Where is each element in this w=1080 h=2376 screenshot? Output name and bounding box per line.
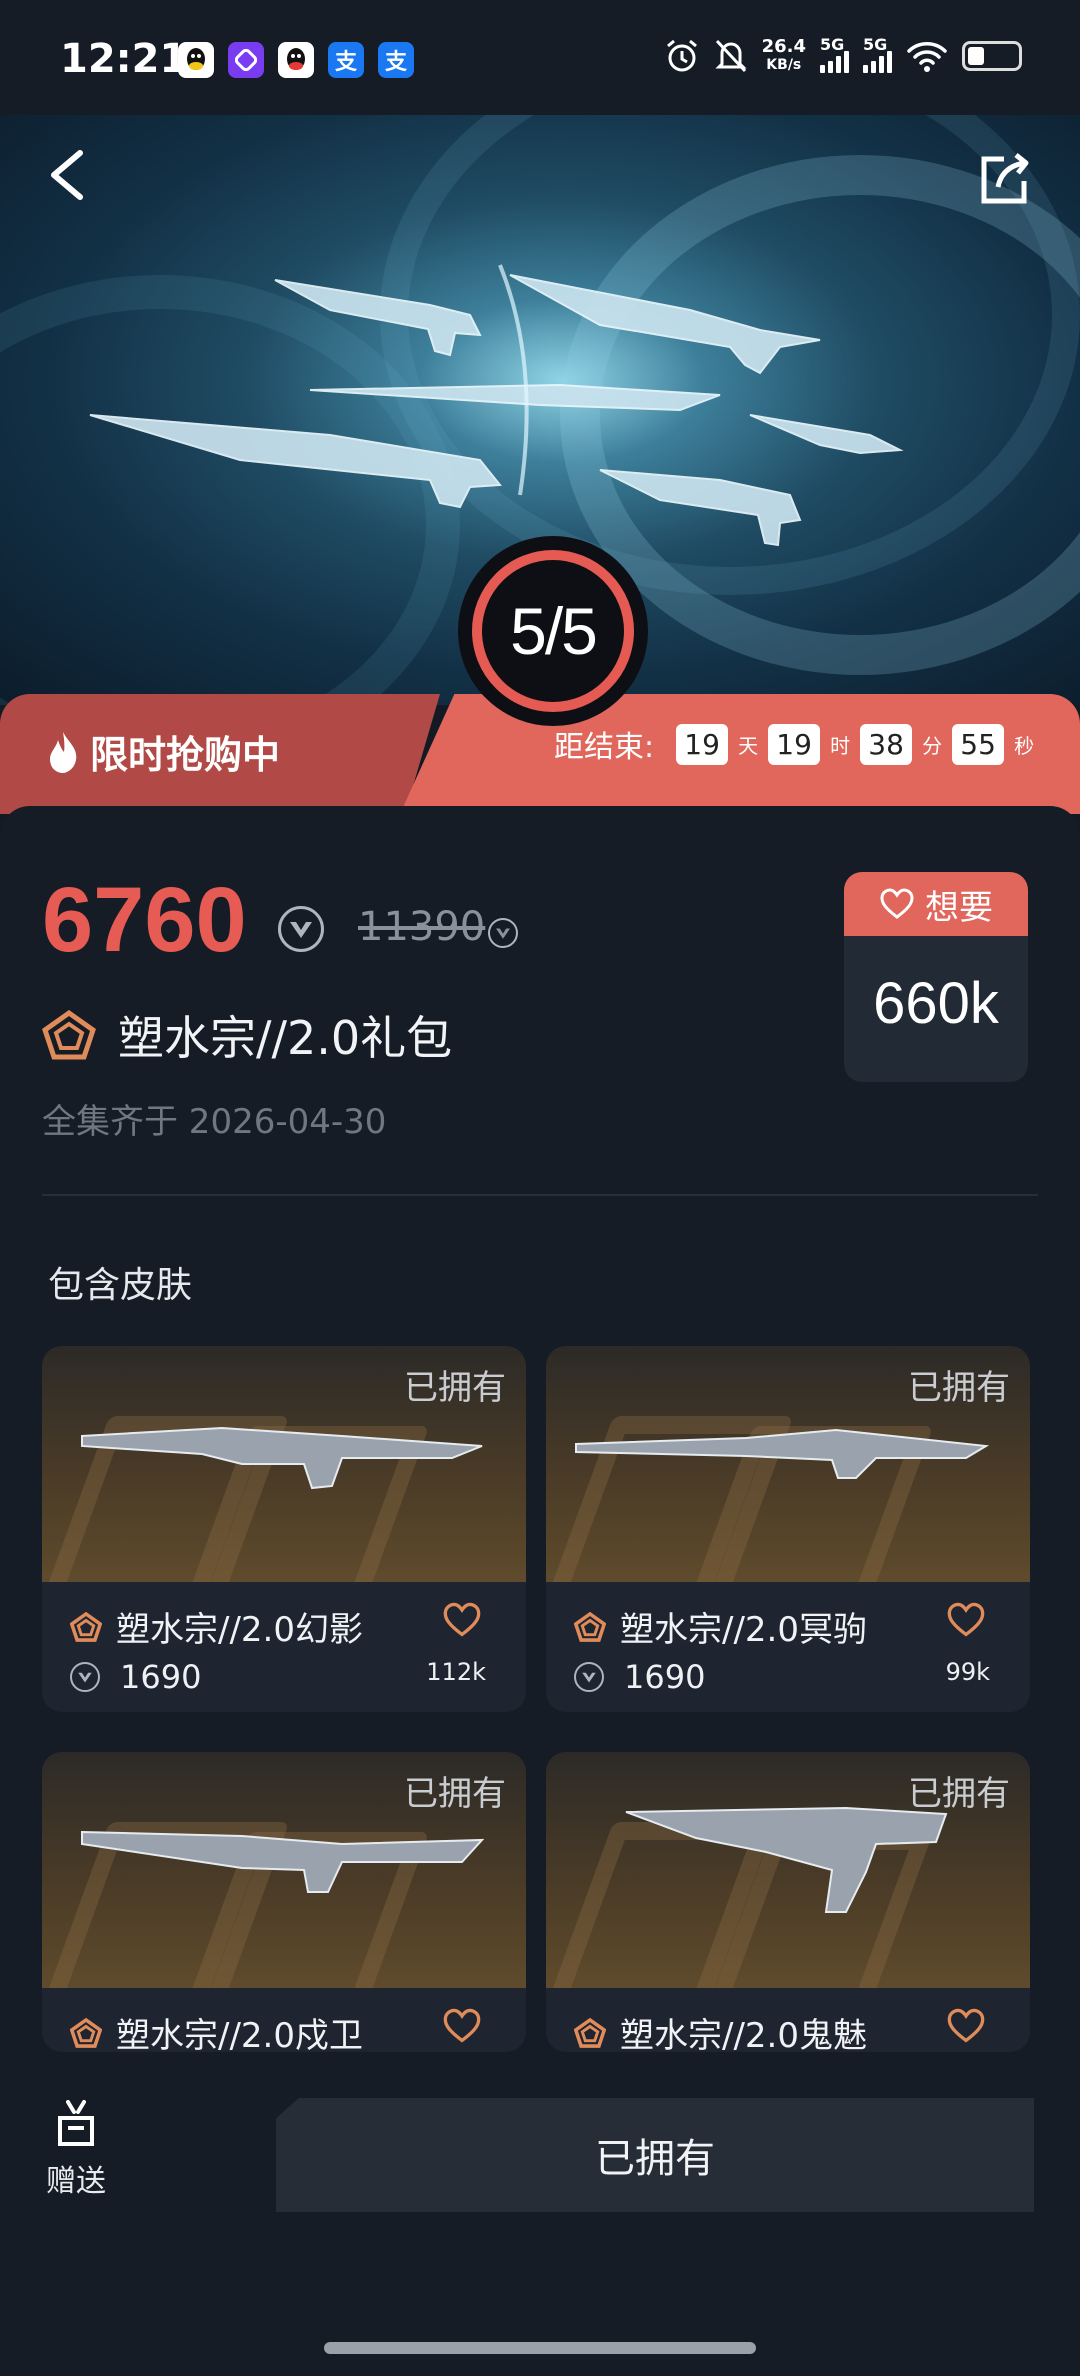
system-icons: 26.4 KB/s 5G 5G: [664, 35, 1022, 74]
notification-icons: 支 支: [178, 42, 414, 78]
status-bar: 12:21 支 支 26.4 KB/s 5G 5G: [0, 0, 1080, 115]
skin-price: 1690: [624, 1658, 706, 1696]
alipay-icon: 支: [328, 42, 364, 78]
skin-image: 已拥有: [546, 1346, 1030, 1582]
owned-tag: 已拥有: [908, 1368, 1010, 1408]
skin-card[interactable]: 已拥有 塑水宗//2.0幻影 1690 112k: [42, 1346, 526, 1712]
skin-card[interactable]: 已拥有 塑水宗//2.0鬼魅: [546, 1752, 1030, 2052]
bottom-action-bar: 赠送 已拥有: [0, 2056, 1080, 2376]
owned-tag: 已拥有: [404, 1774, 506, 1814]
gift-button[interactable]: 赠送: [46, 2098, 106, 2200]
vp-currency-icon: [278, 906, 324, 952]
countdown-seconds: 55: [952, 723, 1005, 765]
want-count: 660k: [873, 971, 999, 1036]
heart-icon: [880, 888, 914, 919]
heart-icon[interactable]: [442, 2008, 482, 2044]
divider: [42, 1194, 1038, 1196]
skin-card[interactable]: 已拥有 塑水宗//2.0戍卫: [42, 1752, 526, 2052]
qq-icon: [278, 42, 314, 78]
back-arrow-icon[interactable]: [40, 145, 100, 205]
skin-likes: 99k: [945, 1658, 990, 1686]
countdown-hours: 19: [768, 723, 821, 765]
skin-card[interactable]: 已拥有 塑水宗//2.0冥驹 1690 99k: [546, 1346, 1030, 1712]
countdown-days: 19: [676, 723, 729, 765]
release-date: 全集齐于 2026-04-30: [42, 1102, 387, 1142]
home-indicator[interactable]: [324, 2342, 756, 2354]
bundle-details: 6760 11390 塑水宗//2.0礼包 全集齐于 2026-04-30 想要…: [0, 806, 1080, 2056]
countdown-timer: 距结束: 19 天 19 时 38 分 55 秒: [554, 722, 1034, 766]
collection-progress-badge: 5/5: [458, 536, 648, 726]
skin-name: 塑水宗//2.0幻影: [116, 1610, 363, 1650]
heart-icon[interactable]: [946, 1602, 986, 1638]
bundle-price: 6760: [42, 869, 247, 971]
alarm-icon: [666, 39, 697, 72]
alipay-icon: 支: [378, 42, 414, 78]
wifi-icon: [907, 42, 947, 72]
skin-name: 塑水宗//2.0冥驹: [620, 1610, 867, 1650]
gift-icon: [58, 2100, 94, 2146]
collection-progress: 5/5: [510, 594, 598, 668]
owned-button[interactable]: 已拥有: [276, 2098, 1034, 2212]
heart-icon[interactable]: [442, 1602, 482, 1638]
skin-image: 已拥有: [546, 1752, 1030, 1988]
skin-image: 已拥有: [42, 1346, 526, 1582]
tier-icon: [42, 1010, 96, 1060]
app-icon: [228, 42, 264, 78]
skin-likes: 112k: [426, 1658, 486, 1686]
owned-tag: 已拥有: [908, 1774, 1010, 1814]
net-speed: 26.4 KB/s: [761, 36, 806, 74]
want-button[interactable]: 想要 660k: [844, 872, 1028, 1082]
tier-icon: [70, 1611, 102, 1642]
owned-tag: 已拥有: [404, 1368, 506, 1408]
qq-icon: [178, 42, 214, 78]
status-time: 12:21: [60, 36, 188, 82]
battery-icon: [962, 41, 1022, 71]
vp-currency-icon: [488, 918, 518, 948]
flame-icon: [50, 731, 77, 773]
bundle-name: 塑水宗//2.0礼包: [118, 1011, 453, 1065]
tier-icon: [574, 2017, 606, 2048]
skin-name: 塑水宗//2.0戍卫: [116, 2016, 363, 2052]
skin-image: 已拥有: [42, 1752, 526, 1988]
signal-icon: 5G: [820, 35, 849, 73]
bundle-title-row: 塑水宗//2.0礼包: [42, 1002, 452, 1068]
signal-icon: 5G: [863, 35, 892, 73]
countdown-minutes: 38: [860, 723, 913, 765]
tier-icon: [70, 2017, 102, 2048]
section-title: 包含皮肤: [48, 1265, 193, 1306]
heart-icon[interactable]: [946, 2008, 986, 2044]
flash-sale-title: 限时抢购中: [46, 724, 280, 779]
mute-bell-icon: [714, 39, 747, 73]
skin-price: 1690: [120, 1658, 202, 1696]
original-price: 11390: [358, 904, 486, 950]
vp-currency-icon: [70, 1662, 100, 1692]
tier-icon: [574, 1611, 606, 1642]
share-icon[interactable]: [974, 149, 1034, 209]
vp-currency-icon: [574, 1662, 604, 1692]
skin-name: 塑水宗//2.0鬼魅: [620, 2016, 867, 2052]
